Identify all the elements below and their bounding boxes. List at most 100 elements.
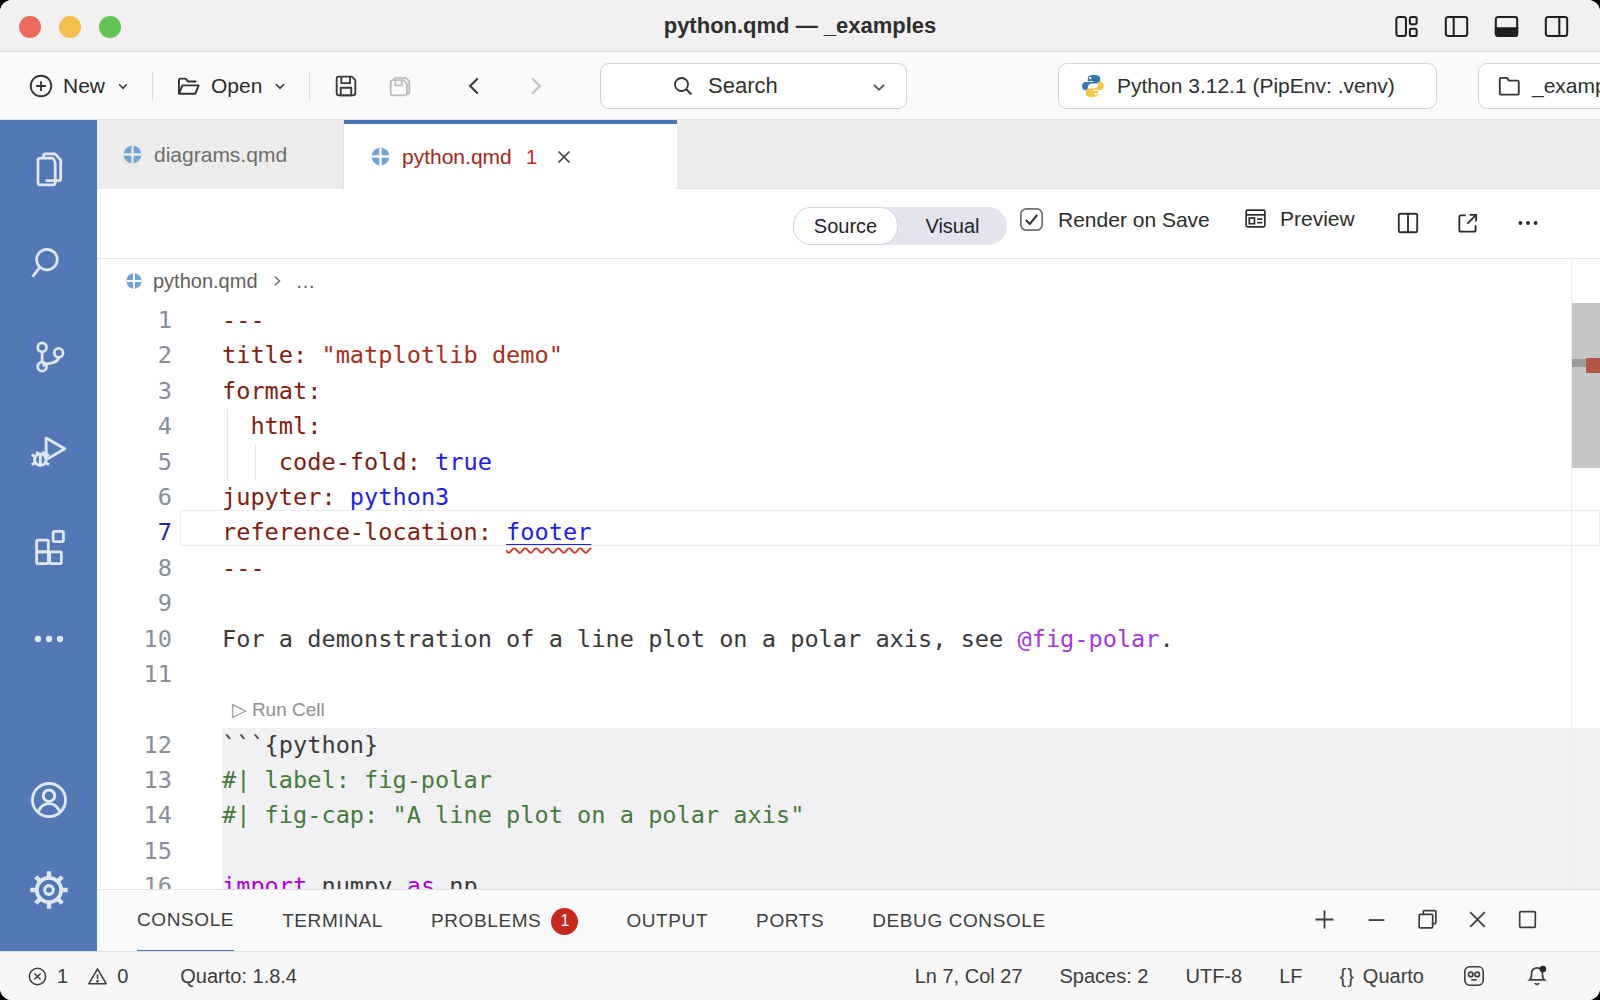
chevron-right-icon <box>270 274 284 288</box>
code-line[interactable]: 11 <box>97 657 1600 692</box>
workspace-selector[interactable]: _examples <box>1478 63 1600 109</box>
tab-python-qmd[interactable]: python.qmd 1 <box>344 120 677 189</box>
toggle-left-sidebar-icon[interactable] <box>1443 13 1470 40</box>
chevron-right-icon <box>522 73 548 99</box>
save-all-button[interactable] <box>386 72 414 100</box>
panel-tab-debug-console[interactable]: DEBUG CONSOLE <box>872 890 1046 952</box>
code-line[interactable]: 5 code-fold: true <box>97 445 1600 480</box>
panel-maximize-button[interactable] <box>1515 907 1540 936</box>
sidebar-item-explorer[interactable] <box>0 122 97 216</box>
sidebar-item-extensions[interactable] <box>0 498 97 592</box>
quarto-file-icon <box>122 144 143 165</box>
more-ellipsis-icon <box>1515 210 1541 236</box>
code-line[interactable]: 10For a demonstration of a line plot on … <box>97 622 1600 657</box>
line-number: 16 <box>97 869 172 889</box>
quarto-version-status[interactable]: Quarto: 1.8.4 <box>180 965 297 988</box>
chevron-left-icon <box>462 73 488 99</box>
indentation-status[interactable]: Spaces: 2 <box>1060 965 1149 988</box>
feedback-button[interactable] <box>1461 963 1487 989</box>
code-line[interactable]: 15 <box>97 834 1600 869</box>
code-line[interactable]: 3format: <box>97 374 1600 409</box>
close-tab-button[interactable] <box>554 147 574 167</box>
visual-mode-button[interactable]: Visual <box>898 215 1007 238</box>
interpreter-selector[interactable]: Python 3.12.1 (PipEnv: .venv) <box>1058 63 1437 109</box>
sidebar-item-more[interactable] <box>0 592 97 686</box>
split-editor-button[interactable] <box>1395 210 1421 240</box>
render-on-save-checkbox[interactable]: Render on Save <box>1018 206 1210 233</box>
preview-button[interactable]: Preview <box>1243 206 1355 231</box>
code-line[interactable]: 4 html: <box>97 409 1600 444</box>
navigate-forward-button[interactable] <box>522 73 548 99</box>
fold-gutter <box>172 409 222 444</box>
warning-triangle-icon <box>86 965 109 988</box>
encoding-status[interactable]: UTF-8 <box>1185 965 1242 988</box>
panel-tab-console[interactable]: CONSOLE <box>137 890 234 952</box>
panel-close-button[interactable] <box>1465 907 1490 936</box>
panel-tab-problems[interactable]: PROBLEMS1 <box>431 890 578 952</box>
fold-gutter <box>172 480 222 515</box>
breadcrumb[interactable]: python.qmd … <box>97 259 1600 303</box>
fold-gutter <box>172 657 222 692</box>
code-line[interactable]: 12```{python} <box>97 728 1600 763</box>
navigate-back-button[interactable] <box>462 73 488 99</box>
panel-minimize-button[interactable] <box>1363 906 1390 937</box>
cursor-position-status[interactable]: Ln 7, Col 27 <box>915 965 1023 988</box>
customize-layout-icon[interactable] <box>1393 13 1420 40</box>
breadcrumb-file[interactable]: python.qmd <box>153 270 258 293</box>
fold-gutter <box>172 834 222 869</box>
source-mode-button[interactable]: Source <box>793 207 898 245</box>
code-editor[interactable]: python.qmd … 1---2title: "matplotlib dem… <box>97 259 1600 889</box>
code-line[interactable]: 13#| label: fig-polar <box>97 763 1600 798</box>
search-input[interactable]: Search <box>600 63 907 109</box>
panel-restore-button[interactable] <box>1415 907 1440 936</box>
code-line[interactable]: 6jupyter: python3 <box>97 480 1600 515</box>
fold-gutter <box>172 763 222 798</box>
language-mode-status[interactable]: {}Quarto <box>1339 965 1424 988</box>
source-visual-toggle: Source Visual <box>793 207 1007 245</box>
code-text: format: <box>222 374 1600 409</box>
breadcrumb-more[interactable]: … <box>296 270 316 293</box>
code-text: title: "matplotlib demo" <box>222 338 1600 373</box>
code-line[interactable]: 2title: "matplotlib demo" <box>97 338 1600 373</box>
panel-add-button[interactable] <box>1311 906 1338 937</box>
run-cell-button[interactable]: ▷ Run Cell <box>97 692 1600 727</box>
code-line[interactable]: 16import numpy as np <box>97 869 1600 889</box>
problems-status[interactable]: 1 0 <box>26 965 128 988</box>
search-icon <box>671 74 695 98</box>
sidebar-item-settings[interactable] <box>0 845 97 935</box>
new-button[interactable]: New <box>28 73 130 99</box>
sidebar-item-search[interactable] <box>0 216 97 310</box>
code-line[interactable]: 14#| fig-cap: "A line plot on a polar ax… <box>97 798 1600 833</box>
code-line[interactable]: 1--- <box>97 303 1600 338</box>
line-number: 9 <box>97 586 172 621</box>
scrollbar-thumb[interactable] <box>1572 303 1600 468</box>
toggle-bottom-panel-icon[interactable] <box>1493 13 1520 40</box>
panel-tab-ports[interactable]: PORTS <box>756 890 824 952</box>
fold-gutter <box>172 374 222 409</box>
tab-diagrams-qmd[interactable]: diagrams.qmd <box>97 120 344 189</box>
checkbox-checked-icon <box>1018 206 1045 233</box>
open-external-button[interactable] <box>1455 210 1481 240</box>
fold-gutter <box>172 728 222 763</box>
sidebar-item-source-control[interactable] <box>0 310 97 404</box>
save-all-icon <box>386 72 414 100</box>
close-icon <box>554 147 574 167</box>
code-line[interactable]: 7reference-location: footer <box>97 515 1600 550</box>
sidebar-item-account[interactable] <box>0 755 97 845</box>
sidebar-item-run-debug[interactable] <box>0 404 97 498</box>
toggle-right-sidebar-icon[interactable] <box>1543 13 1570 40</box>
code-line[interactable]: 8--- <box>97 551 1600 586</box>
more-actions-button[interactable] <box>1515 210 1541 240</box>
code-text: --- <box>222 303 1600 338</box>
panel-tab-output[interactable]: OUTPUT <box>626 890 708 952</box>
eol-status[interactable]: LF <box>1279 965 1302 988</box>
code-line[interactable]: 9 <box>97 586 1600 621</box>
tab-problem-count: 1 <box>526 145 538 169</box>
open-button[interactable]: Open <box>175 73 287 100</box>
search-icon <box>27 241 71 285</box>
run-debug-icon <box>26 428 72 474</box>
panel-tab-terminal[interactable]: TERMINAL <box>282 890 383 952</box>
notifications-button[interactable] <box>1524 963 1550 989</box>
code-text: code-fold: true <box>222 445 1600 480</box>
save-button[interactable] <box>332 72 360 100</box>
